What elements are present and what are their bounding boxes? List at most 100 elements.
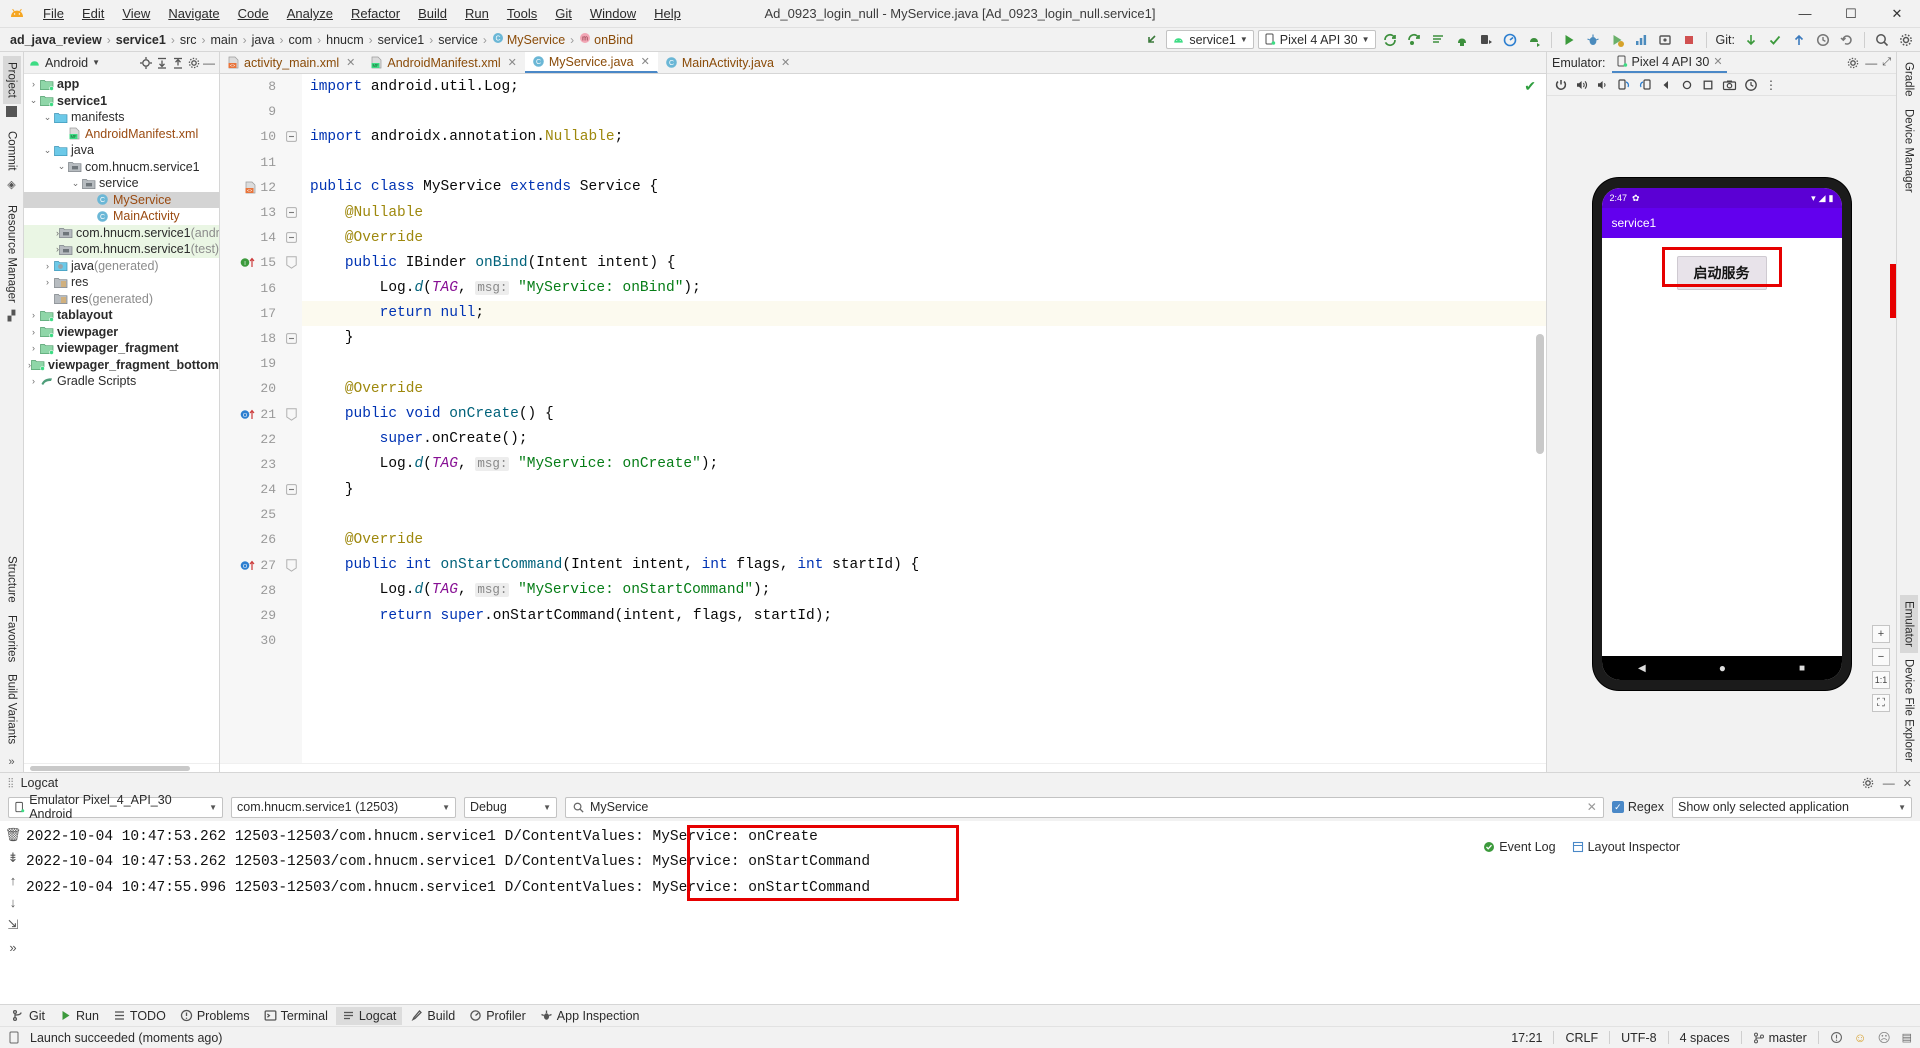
gutter-line[interactable]: 18 xyxy=(220,326,280,351)
project-panel-actions[interactable]: — xyxy=(139,56,215,70)
profiler-icon[interactable] xyxy=(1500,30,1520,50)
fold-region-icon[interactable] xyxy=(285,558,297,572)
chevron-right-icon[interactable]: › xyxy=(28,343,39,353)
volume-up-icon[interactable] xyxy=(1575,78,1589,92)
chevron-down-icon[interactable]: ⌄ xyxy=(28,95,39,106)
close-button[interactable]: ✕ xyxy=(1874,0,1920,28)
toolwindow-button-run[interactable]: Run xyxy=(53,1007,105,1025)
code-line[interactable]: } xyxy=(302,477,1546,502)
emulator-stage[interactable]: 2:47 ✿ ▾ ◢ ▮ service1 启动服务 ◀ ● ■ + − 1:1… xyxy=(1547,96,1896,772)
gutter-line[interactable]: 25 xyxy=(220,502,280,527)
breadcrumb-item-main[interactable]: main xyxy=(206,33,241,47)
scroll-to-end-icon[interactable]: ⇟ xyxy=(8,850,19,866)
fit-screen-icon[interactable]: ⛶ xyxy=(1872,694,1890,712)
zoom-in-icon[interactable]: + xyxy=(1872,625,1890,643)
settings-gear-icon[interactable] xyxy=(1861,776,1875,790)
logcat-filter-selector[interactable]: Show only selected application ▼ xyxy=(1672,796,1912,818)
menu-analyze[interactable]: Analyze xyxy=(278,3,342,24)
code-line[interactable]: return super .onStartCommand(intent, flag… xyxy=(302,603,1546,628)
code-line[interactable] xyxy=(302,99,1546,124)
code-line[interactable] xyxy=(302,502,1546,527)
code-line[interactable] xyxy=(302,351,1546,376)
chevron-right-icon[interactable]: › xyxy=(42,277,53,287)
overflow-icon[interactable]: » xyxy=(8,756,14,768)
gutter-line[interactable]: I 15 xyxy=(220,250,280,275)
profile-button[interactable] xyxy=(1631,30,1651,50)
breadcrumb-item-service[interactable]: service xyxy=(434,33,482,47)
chevron-right-icon[interactable]: › xyxy=(28,310,39,320)
toolwindow-button-build[interactable]: Build xyxy=(404,1007,461,1025)
tree-node-tablayout[interactable]: › tablayout xyxy=(24,307,219,324)
toolwindow-button-logcat[interactable]: Logcat xyxy=(335,1006,403,1025)
logcat-header-actions[interactable]: — ✕ xyxy=(1861,776,1912,790)
emulator-toolbar[interactable]: ⋮ xyxy=(1547,74,1896,96)
breadcrumb-item-java[interactable]: java xyxy=(248,33,279,47)
indent-setting[interactable]: 4 spaces xyxy=(1680,1031,1730,1045)
logcat-regex-toggle[interactable]: ✓ Regex xyxy=(1611,800,1664,814)
code-line[interactable]: public int onStartCommand (Intent intent,… xyxy=(302,553,1546,578)
chevron-down-icon[interactable]: ⌄ xyxy=(42,112,53,123)
gutter-line[interactable]: 19 xyxy=(220,351,280,376)
gutter-line[interactable]: 24 xyxy=(220,477,280,502)
logcat-process-selector[interactable]: com.hnucm.service1 (12503) ▼ xyxy=(231,796,456,818)
close-icon[interactable]: ✕ xyxy=(1713,55,1722,68)
feedback-sad-icon[interactable]: ☹ xyxy=(1878,1030,1891,1045)
nav-back-icon[interactable]: ◀ xyxy=(1638,663,1646,674)
tree-node-service1[interactable]: ⌄ service1 xyxy=(24,93,219,110)
code-line[interactable]: Log. d(TAG, msg: "MyService: onStartComma… xyxy=(302,578,1546,603)
back-icon[interactable] xyxy=(1659,78,1673,92)
editor-tab-androidmanifest-xml[interactable]: MF AndroidManifest.xml ✕ xyxy=(363,52,524,73)
collapse-all-icon[interactable] xyxy=(171,56,185,70)
chevron-right-icon[interactable]: › xyxy=(28,327,39,337)
breadcrumb-item-hnucm[interactable]: hnucm xyxy=(322,33,368,47)
impl-icon[interactable]: I xyxy=(240,256,257,269)
gutter-line[interactable]: O 21 xyxy=(220,401,280,426)
hide-panel-icon[interactable]: — xyxy=(203,57,215,69)
overview-icon[interactable] xyxy=(1701,78,1715,92)
gutter-line[interactable]: 26 xyxy=(220,527,280,552)
chevron-right-icon[interactable]: › xyxy=(28,79,39,89)
git-branch[interactable]: master xyxy=(1753,1031,1807,1045)
fold-collapse-icon[interactable] xyxy=(285,232,297,244)
editor-tab-mainactivity-java[interactable]: C MainActivity.java ✕ xyxy=(658,52,798,73)
emulator-screen[interactable]: 2:47 ✿ ▾ ◢ ▮ service1 启动服务 ◀ ● ■ xyxy=(1601,188,1842,680)
menu-file[interactable]: File xyxy=(34,3,73,24)
rotate-right-icon[interactable] xyxy=(1638,78,1652,92)
toolwindow-button-problems[interactable]: Problems xyxy=(174,1007,256,1025)
tool-window-bar[interactable]: Git Run TODO Problems Terminal Logcat Build Pro… xyxy=(0,1004,1920,1026)
fold-marker-slot[interactable] xyxy=(280,250,302,275)
chevron-right-icon[interactable]: › xyxy=(42,261,53,271)
fold-region-icon[interactable] xyxy=(285,407,297,421)
tree-node-gradle-scripts[interactable]: › Gradle Scripts xyxy=(24,373,219,390)
code-line[interactable]: @Nullable xyxy=(302,200,1546,225)
left-tool-rail[interactable]: Project Commit ◈ Resource Manager ▞ Stru… xyxy=(0,52,24,772)
chevron-down-icon[interactable]: ⌄ xyxy=(70,178,81,189)
run-with-coverage-icon[interactable] xyxy=(1607,30,1627,50)
line-separator[interactable]: CRLF xyxy=(1565,1031,1598,1045)
tree-node-viewpager-fragment[interactable]: › viewpager_fragment xyxy=(24,340,219,357)
run-button[interactable] xyxy=(1559,30,1579,50)
gutter-line[interactable]: 17 xyxy=(220,301,280,326)
emulator-device-frame[interactable]: 2:47 ✿ ▾ ◢ ▮ service1 启动服务 ◀ ● ■ xyxy=(1592,178,1851,690)
fold-marker-slot[interactable] xyxy=(280,477,302,502)
toolwindow-button-terminal[interactable]: Terminal xyxy=(258,1007,334,1025)
snapshot-icon[interactable] xyxy=(1744,78,1758,92)
tree-node-viewpager-fragment-bottomnavig[interactable]: ›viewpager_fragment_bottomnavig xyxy=(24,357,219,374)
tree-node-java-generated-[interactable]: › java (generated) xyxy=(24,258,219,275)
settings-gear-icon[interactable] xyxy=(187,56,201,70)
down-icon[interactable]: ↓ xyxy=(10,895,17,910)
code-line[interactable] xyxy=(302,628,1546,653)
tree-node-myservice[interactable]: C MyService xyxy=(24,191,219,208)
rail-item-structure[interactable]: Structure xyxy=(3,550,21,609)
rail-item-build-variants[interactable]: Build Variants xyxy=(3,668,21,750)
gutter-line[interactable]: 20 xyxy=(220,376,280,401)
editor-gutter[interactable]: 8 9 10 11 <> 12 13 14 I 15 16 17 18 19 20 O 21 22 23 24 25 26… xyxy=(220,74,280,763)
maximize-button[interactable]: ☐ xyxy=(1828,0,1874,28)
rail-item-device-file-explorer[interactable]: Device File Explorer xyxy=(1900,653,1918,768)
breadcrumb[interactable]: ad_java_review › service1 › src › main › java › co… xyxy=(6,32,637,48)
emulator-zoom-controls[interactable]: + − 1:1 ⛶ xyxy=(1872,625,1890,712)
zoom-out-icon[interactable]: − xyxy=(1872,648,1890,666)
code-line[interactable]: Log. d(TAG, msg: "MyService: onCreate"); xyxy=(302,452,1546,477)
attach-debugger-icon[interactable] xyxy=(1655,30,1675,50)
code-line[interactable]: @Override xyxy=(302,225,1546,250)
